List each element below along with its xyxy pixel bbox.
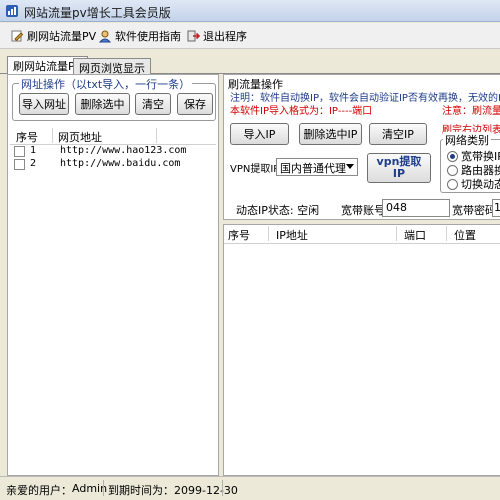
status-expiry: 到期时间为：2099-12-30 [108,484,238,497]
tab-web-preview[interactable]: 网页浏览显示 [73,58,151,75]
col-header-index[interactable]: 序号 [228,227,250,243]
col-header-url[interactable]: 网页地址 [58,129,102,145]
refresh-pv-label: 刷网站流量PV [27,30,97,43]
row-checkbox[interactable] [14,159,25,170]
flow-ops-panel: 刷流量操作 注明：软件自动换IP，软件会自动验证IP否有效再换，无效的IP会 本… [223,74,500,220]
broadband-account-field[interactable]: 048 [382,199,450,217]
edit-icon [11,30,24,42]
tab-strip: 刷网站流量PV 网页浏览显示 [0,56,500,75]
user-guide-icon [98,30,112,43]
url-table-row[interactable]: 1 http://www.hao123.com [12,145,212,159]
delete-selected-url-button[interactable]: 删除选中 [75,93,130,115]
col-header-ip[interactable]: IP地址 [276,227,308,243]
vpn-proxy-select-value: 国内普通代理 [280,162,346,175]
row-index: 1 [30,145,37,156]
network-type-group-label: 网络类别 [443,132,491,148]
vpn-proxy-select[interactable]: 国内普通代理 [276,158,358,176]
window-title: 网站流量pv增长工具会员版 [24,6,171,20]
col-header-port[interactable]: 端口 [404,227,426,243]
app-icon [6,5,18,17]
guide-label: 软件使用指南 [115,30,181,43]
delete-selected-ip-button[interactable]: 删除选中IP [299,123,362,145]
exit-button[interactable]: 退出程序 [186,26,247,46]
ip-table: 序号 IP地址 端口 位置 [223,224,500,476]
row-checkbox[interactable] [14,146,25,157]
status-user-value: Admin [72,482,108,495]
col-header-index[interactable]: 序号 [16,129,38,145]
clear-url-button[interactable]: 清空 [135,93,171,115]
broadband-password-label: 宽带密码 [452,204,496,217]
url-table-header: 序号 网页地址 [10,127,216,145]
row-url: http://www.hao123.com [60,145,187,156]
left-panel: 网址操作（以txt导入，一行一条） 导入网址 删除选中 清空 保存 序号 网页地… [7,74,219,476]
row-index: 2 [30,158,37,169]
network-radio-dynamic-label: 切换动态 [461,178,500,191]
exit-label: 退出程序 [203,30,247,43]
import-ip-button[interactable]: 导入IP [230,123,289,145]
status-bar: 亲爱的用户： Admin 到期时间为：2099-12-30 [0,476,500,500]
flow-ops-note-right-1: 注意：刷流量 [442,106,500,117]
radio-selected-icon [447,150,458,162]
url-table-row[interactable]: 2 http://www.baidu.com [12,158,212,172]
toolbar: 刷网站流量PV 软件使用指南 退出程序 [0,23,500,49]
network-radio-dynamic[interactable]: 切换动态 [447,176,500,192]
radio-icon [447,178,458,190]
status-divider [103,480,104,496]
save-url-button[interactable]: 保存 [177,93,213,115]
url-ops-group-label: 网址操作（以txt导入，一行一条） [19,76,193,92]
clear-ip-button[interactable]: 清空IP [369,123,427,145]
vpn-extract-ip-button[interactable]: vpn提取 IP [367,153,431,183]
chevron-down-icon [346,164,354,169]
status-user-label: 亲爱的用户： [6,484,72,497]
flow-ops-note-2: 本软件IP导入格式为：IP----端口 [230,106,373,117]
import-url-button[interactable]: 导入网址 [19,93,69,115]
vpn-button-line-2: IP [392,167,406,180]
status-divider [222,480,223,496]
col-header-location[interactable]: 位置 [454,227,476,243]
guide-button[interactable]: 软件使用指南 [98,26,181,46]
network-type-group: 网络类别 宽带换IP 路由器换 切换动态 [440,132,500,193]
radio-icon [447,164,458,176]
exit-icon [187,30,200,42]
url-ops-group: 网址操作（以txt导入，一行一条） 导入网址 删除选中 清空 保存 [12,76,216,121]
refresh-pv-button[interactable]: 刷网站流量PV [10,26,96,46]
vpn-extract-label: VPN提取IP [230,164,280,175]
broadband-password-field[interactable]: 1: [492,199,500,217]
title-bar: 网站流量pv增长工具会员版 [0,0,500,22]
dynamic-ip-status: 动态IP状态: 空闲 [236,204,320,217]
row-url: http://www.baidu.com [60,158,181,169]
broadband-account-label: 宽带账号 [341,204,385,217]
ip-table-header: 序号 IP地址 端口 位置 [224,225,500,244]
